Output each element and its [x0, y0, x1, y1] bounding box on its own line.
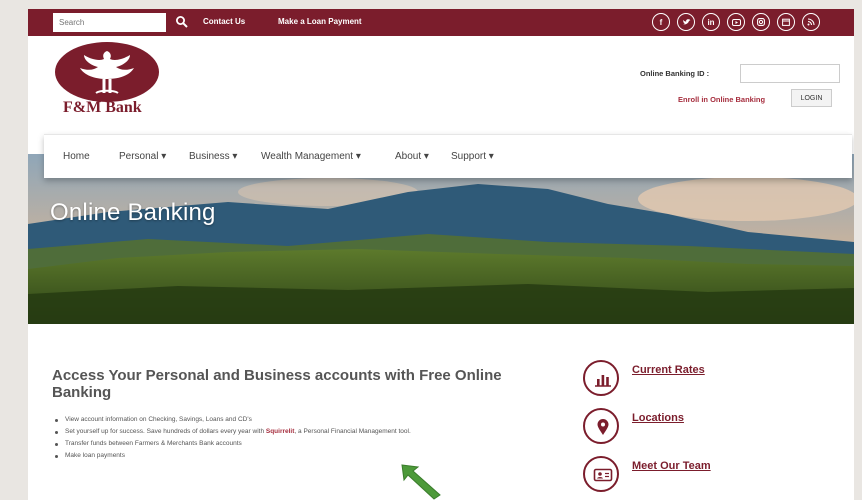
nav-item-about[interactable]: About ▾	[395, 151, 429, 162]
hero-title: Online Banking	[50, 199, 216, 226]
nav-item-support[interactable]: Support ▾	[451, 151, 494, 162]
hero-banner: Online Banking	[28, 154, 854, 324]
squirrelit-link[interactable]: Squirrelit	[266, 428, 295, 435]
rss-icon[interactable]	[802, 13, 820, 31]
top-bar: Contact Us Make a Loan Payment f in	[28, 9, 854, 36]
online-banking-id-input[interactable]	[740, 64, 840, 83]
meet-our-team-label[interactable]: Meet Our Team	[632, 460, 711, 472]
mountain-landscape-image	[28, 154, 854, 324]
login-button[interactable]: LOGIN	[791, 89, 832, 107]
online-banking-id-label: Online Banking ID :	[640, 69, 710, 78]
enroll-online-banking-link[interactable]: Enroll in Online Banking	[678, 95, 765, 104]
search-icon[interactable]	[175, 15, 189, 29]
locations-label[interactable]: Locations	[632, 412, 684, 424]
nav-item-wealth-management[interactable]: Wealth Management ▾	[261, 151, 361, 162]
search-input[interactable]	[53, 13, 166, 32]
facebook-icon[interactable]: f	[652, 13, 670, 31]
nav-item-home[interactable]: Home	[63, 151, 90, 162]
id-card-icon	[583, 456, 619, 492]
feature-list: View account information on Checking, Sa…	[54, 414, 524, 462]
map-pin-icon	[583, 408, 619, 444]
green-arrow-icon	[401, 464, 441, 500]
main-nav: Home Personal ▾ Business ▾ Wealth Manage…	[44, 134, 852, 178]
nav-item-personal[interactable]: Personal ▾	[119, 151, 166, 162]
list-item: Transfer funds between Farmers & Merchan…	[54, 438, 524, 450]
current-rates-link[interactable]: Current Rates	[583, 360, 813, 396]
bank-logo-text: F&M Bank	[63, 99, 142, 116]
page-headline: Access Your Personal and Business accoun…	[52, 367, 502, 401]
current-rates-label[interactable]: Current Rates	[632, 364, 705, 376]
instagram-icon[interactable]	[752, 13, 770, 31]
contact-us-link[interactable]: Contact Us	[203, 17, 245, 26]
twitter-icon[interactable]	[677, 13, 695, 31]
page: Contact Us Make a Loan Payment f in F&M …	[28, 9, 854, 500]
locations-link[interactable]: Locations	[583, 408, 813, 444]
calendar-icon[interactable]	[777, 13, 795, 31]
nav-item-business[interactable]: Business ▾	[189, 151, 237, 162]
linkedin-icon[interactable]: in	[702, 13, 720, 31]
list-item: View account information on Checking, Sa…	[54, 414, 524, 426]
meet-our-team-link[interactable]: Meet Our Team	[583, 456, 813, 492]
youtube-icon[interactable]	[727, 13, 745, 31]
make-loan-payment-link[interactable]: Make a Loan Payment	[278, 17, 362, 26]
bank-logo-icon[interactable]	[54, 41, 160, 103]
list-item: Set yourself up for success. Save hundre…	[54, 426, 524, 438]
chart-icon	[583, 360, 619, 396]
